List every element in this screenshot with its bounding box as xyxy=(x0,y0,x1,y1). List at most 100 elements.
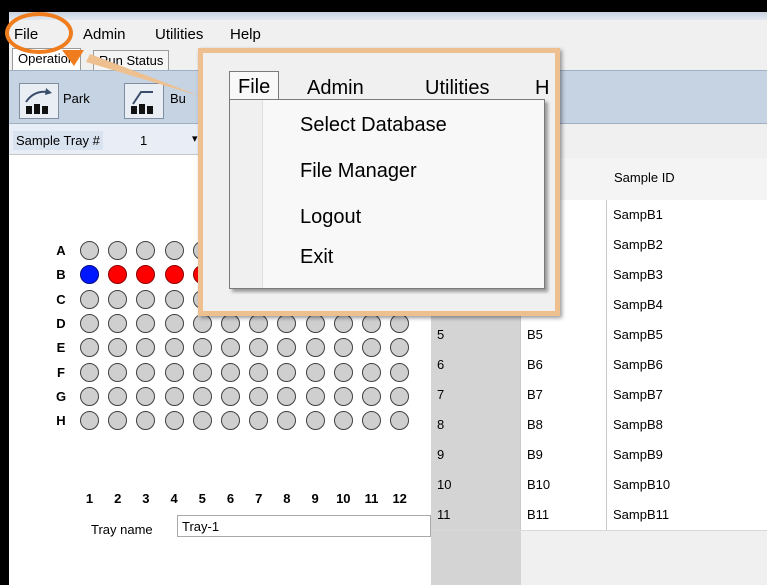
zoom-menu-help[interactable]: H xyxy=(535,77,549,100)
well-H11[interactable] xyxy=(362,411,381,431)
well-D5[interactable] xyxy=(192,313,212,333)
well-G6[interactable] xyxy=(221,386,240,406)
well-G12[interactable] xyxy=(390,386,410,406)
well-H3[interactable] xyxy=(136,411,156,431)
table-row[interactable]: 10 B10 SampB10 xyxy=(431,470,767,501)
well-E12[interactable] xyxy=(390,338,410,358)
well-H4[interactable] xyxy=(164,411,184,431)
tray-name-input[interactable]: Tray-1 xyxy=(177,515,431,537)
well-G5[interactable] xyxy=(192,386,212,406)
well-B2[interactable] xyxy=(108,265,128,285)
well-D9[interactable] xyxy=(305,313,325,333)
well-D6[interactable] xyxy=(221,313,240,333)
table-row[interactable]: 7 B7 SampB7 xyxy=(431,380,767,411)
well-A4[interactable] xyxy=(164,241,184,260)
well-F2[interactable] xyxy=(108,362,128,382)
well-E9[interactable] xyxy=(305,338,325,358)
menu-item-exit[interactable]: Exit xyxy=(300,246,333,269)
well-D4[interactable] xyxy=(164,313,184,333)
well-D3[interactable] xyxy=(136,313,156,333)
well-G4[interactable] xyxy=(164,386,184,406)
zoom-menu-admin[interactable]: Admin xyxy=(307,77,364,100)
well-H6[interactable] xyxy=(221,411,240,431)
well-G1[interactable] xyxy=(80,386,99,406)
well-H12[interactable] xyxy=(390,411,410,431)
menu-item-file-manager[interactable]: File Manager xyxy=(300,160,417,183)
well-E6[interactable] xyxy=(221,338,240,358)
well-F10[interactable] xyxy=(333,362,353,382)
menu-admin[interactable]: Admin xyxy=(83,26,126,43)
well-F9[interactable] xyxy=(305,362,325,382)
column-label: 6 xyxy=(226,491,235,506)
well-D12[interactable] xyxy=(390,313,410,333)
well-G9[interactable] xyxy=(305,386,325,406)
well-D7[interactable] xyxy=(249,313,269,333)
well-F8[interactable] xyxy=(277,362,297,382)
well-B3[interactable] xyxy=(136,265,156,285)
menu-help[interactable]: Help xyxy=(230,26,261,43)
well-F6[interactable] xyxy=(221,362,240,382)
well-D10[interactable] xyxy=(333,313,353,333)
chevron-down-icon[interactable]: ▾ xyxy=(192,132,198,145)
well-G11[interactable] xyxy=(362,386,381,406)
menu-item-select-database[interactable]: Select Database xyxy=(300,114,447,137)
table-row[interactable]: 8 B8 SampB8 xyxy=(431,410,767,441)
menu-item-logout[interactable]: Logout xyxy=(300,206,361,229)
well-E4[interactable] xyxy=(164,338,184,358)
sample-tray-select[interactable]: 1 xyxy=(140,133,147,148)
well-D11[interactable] xyxy=(362,313,381,333)
well-A3[interactable] xyxy=(136,241,156,260)
well-F11[interactable] xyxy=(362,362,381,382)
park-button[interactable] xyxy=(19,83,59,119)
well-E1[interactable] xyxy=(80,338,99,358)
table-row[interactable]: 11 B11 SampB11 xyxy=(431,500,767,531)
table-row[interactable]: 6 B6 SampB6 xyxy=(431,350,767,381)
table-row[interactable]: 9 B9 SampB9 xyxy=(431,440,767,471)
well-F7[interactable] xyxy=(249,362,269,382)
well-C2[interactable] xyxy=(108,289,128,309)
well-E10[interactable] xyxy=(333,338,353,358)
well-E2[interactable] xyxy=(108,338,128,358)
well-B1[interactable] xyxy=(80,265,99,285)
column-label: 1 xyxy=(85,491,94,506)
menu-utilities[interactable]: Utilities xyxy=(155,26,203,43)
menu-gutter xyxy=(230,100,263,288)
well-H5[interactable] xyxy=(192,411,212,431)
cell-sample-id: SampB2 xyxy=(613,237,663,252)
well-E5[interactable] xyxy=(192,338,212,358)
well-G10[interactable] xyxy=(333,386,353,406)
well-H1[interactable] xyxy=(80,411,99,431)
well-H2[interactable] xyxy=(108,411,128,431)
well-G3[interactable] xyxy=(136,386,156,406)
well-E7[interactable] xyxy=(249,338,269,358)
cell-sample-id: SampB8 xyxy=(613,417,663,432)
zoom-menu-utilities[interactable]: Utilities xyxy=(425,77,489,100)
well-H10[interactable] xyxy=(333,411,353,431)
well-H8[interactable] xyxy=(277,411,297,431)
well-A2[interactable] xyxy=(108,241,128,260)
well-A1[interactable] xyxy=(80,241,99,260)
well-F3[interactable] xyxy=(136,362,156,382)
well-H9[interactable] xyxy=(305,411,325,431)
well-G2[interactable] xyxy=(108,386,128,406)
well-G7[interactable] xyxy=(249,386,269,406)
row-label: C xyxy=(56,291,66,307)
well-H7[interactable] xyxy=(249,411,269,431)
well-G8[interactable] xyxy=(277,386,297,406)
well-D8[interactable] xyxy=(277,313,297,333)
column-header-sample-id[interactable]: Sample ID xyxy=(614,170,675,185)
well-D1[interactable] xyxy=(80,313,99,333)
well-E3[interactable] xyxy=(136,338,156,358)
well-E11[interactable] xyxy=(362,338,381,358)
well-F1[interactable] xyxy=(80,362,99,382)
well-C1[interactable] xyxy=(80,289,99,309)
well-B4[interactable] xyxy=(164,265,184,285)
well-C4[interactable] xyxy=(164,289,184,309)
well-E8[interactable] xyxy=(277,338,297,358)
well-D2[interactable] xyxy=(108,313,128,333)
well-F4[interactable] xyxy=(164,362,184,382)
well-C3[interactable] xyxy=(136,289,156,309)
table-row[interactable]: 5 B5 SampB5 xyxy=(431,320,767,351)
well-F5[interactable] xyxy=(192,362,212,382)
well-F12[interactable] xyxy=(390,362,410,382)
